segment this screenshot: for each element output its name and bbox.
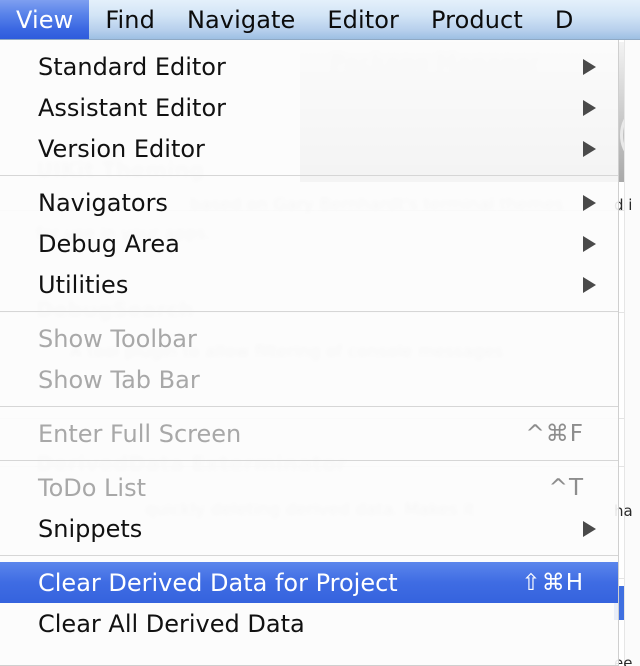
menu-item-clear-derived-data-for-project[interactable]: Clear Derived Data for Project ⇧⌘H [0,562,618,603]
menu-item-version-editor[interactable]: Version Editor [0,128,618,169]
menubar-item-product[interactable]: Product [415,0,539,39]
background-scrollbar[interactable] [624,40,640,666]
submenu-arrow-icon [583,194,596,211]
menu-item-label: Snippets [38,514,143,543]
menu-separator [0,555,618,556]
menubar-item-view[interactable]: View [0,0,90,39]
menu-item-shortcut: ⇧⌘H [521,569,584,596]
menu-item-label: Debug Area [38,229,180,258]
menu-item-shortcut: ^T [548,474,584,501]
menu-item-shortcut: ^⌘F [525,420,584,447]
screen-root: Package ManagerUIKit Themingbased on Gar… [0,0,640,666]
menu-item-snippets[interactable]: Snippets [0,508,618,549]
view-menu-list: Standard Editor Assistant Editor Version E… [0,40,618,644]
menubar-item-d[interactable]: D [539,0,590,39]
menu-item-label: Enter Full Screen [38,419,242,448]
menu-item-standard-editor[interactable]: Standard Editor [0,46,618,87]
view-menu-panel: Standard Editor Assistant Editor Version E… [0,40,619,666]
menubar: View Find Navigate Editor Product D [0,0,640,40]
menu-item-show-tab-bar: Show Tab Bar [0,359,618,400]
menu-separator [0,406,618,407]
menu-item-clear-all-derived-data[interactable]: Clear All Derived Data [0,603,618,644]
submenu-arrow-icon [583,140,596,157]
menu-item-label: Clear Derived Data for Project [38,568,398,597]
menubar-item-navigate[interactable]: Navigate [171,0,311,39]
menu-item-assistant-editor[interactable]: Assistant Editor [0,87,618,128]
menu-item-label: Standard Editor [38,52,226,81]
submenu-arrow-icon [583,276,596,293]
menu-item-utilities[interactable]: Utilities [0,264,618,305]
submenu-arrow-icon [583,99,596,116]
menu-separator [0,175,618,176]
menu-item-label: Assistant Editor [38,93,226,122]
menu-item-label: Show Toolbar [38,324,197,353]
menubar-item-editor[interactable]: Editor [311,0,415,39]
menu-item-label: Clear All Derived Data [38,609,305,638]
menu-item-label: Version Editor [38,134,205,163]
menu-item-label: Show Tab Bar [38,365,200,394]
menu-item-todo-list: ToDo List ^T [0,467,618,508]
menubar-item-find[interactable]: Find [89,0,171,39]
submenu-arrow-icon [583,520,596,537]
menu-separator [0,460,618,461]
submenu-arrow-icon [583,235,596,252]
menu-item-navigators[interactable]: Navigators [0,182,618,223]
menu-item-enter-full-screen: Enter Full Screen ^⌘F [0,413,618,454]
menu-separator [0,311,618,312]
submenu-arrow-icon [583,58,596,75]
menu-item-label: Navigators [38,188,168,217]
menu-item-label: ToDo List [38,473,147,502]
menu-item-show-toolbar: Show Toolbar [0,318,618,359]
menu-item-label: Utilities [38,270,129,299]
menu-item-debug-area[interactable]: Debug Area [0,223,618,264]
